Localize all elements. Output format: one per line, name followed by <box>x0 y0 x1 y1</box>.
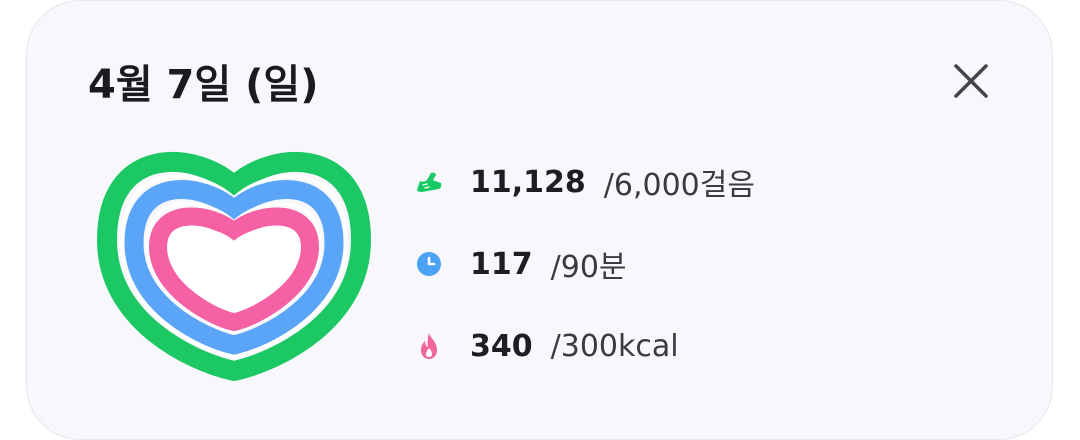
calories-value: 340 <box>470 328 533 364</box>
activity-heart-rings <box>97 152 371 381</box>
sneaker-icon <box>414 167 444 197</box>
active-minutes-row: 117 /90분 <box>414 242 627 286</box>
date-title: 4월 7일 (일) <box>88 62 319 108</box>
clock-icon <box>414 249 444 279</box>
steps-row: 11,128 /6,000걸음 <box>414 160 755 204</box>
close-button[interactable] <box>946 56 996 106</box>
steps-goal: /6,000걸음 <box>603 168 755 203</box>
active-minutes-goal: /90분 <box>550 250 627 285</box>
flame-icon <box>414 331 444 361</box>
calories-row: 340 /300kcal <box>414 324 679 368</box>
active-minutes-value: 117 <box>470 246 533 282</box>
close-icon <box>954 64 988 98</box>
steps-value: 11,128 <box>470 164 586 200</box>
calories-goal: /300kcal <box>550 328 679 364</box>
